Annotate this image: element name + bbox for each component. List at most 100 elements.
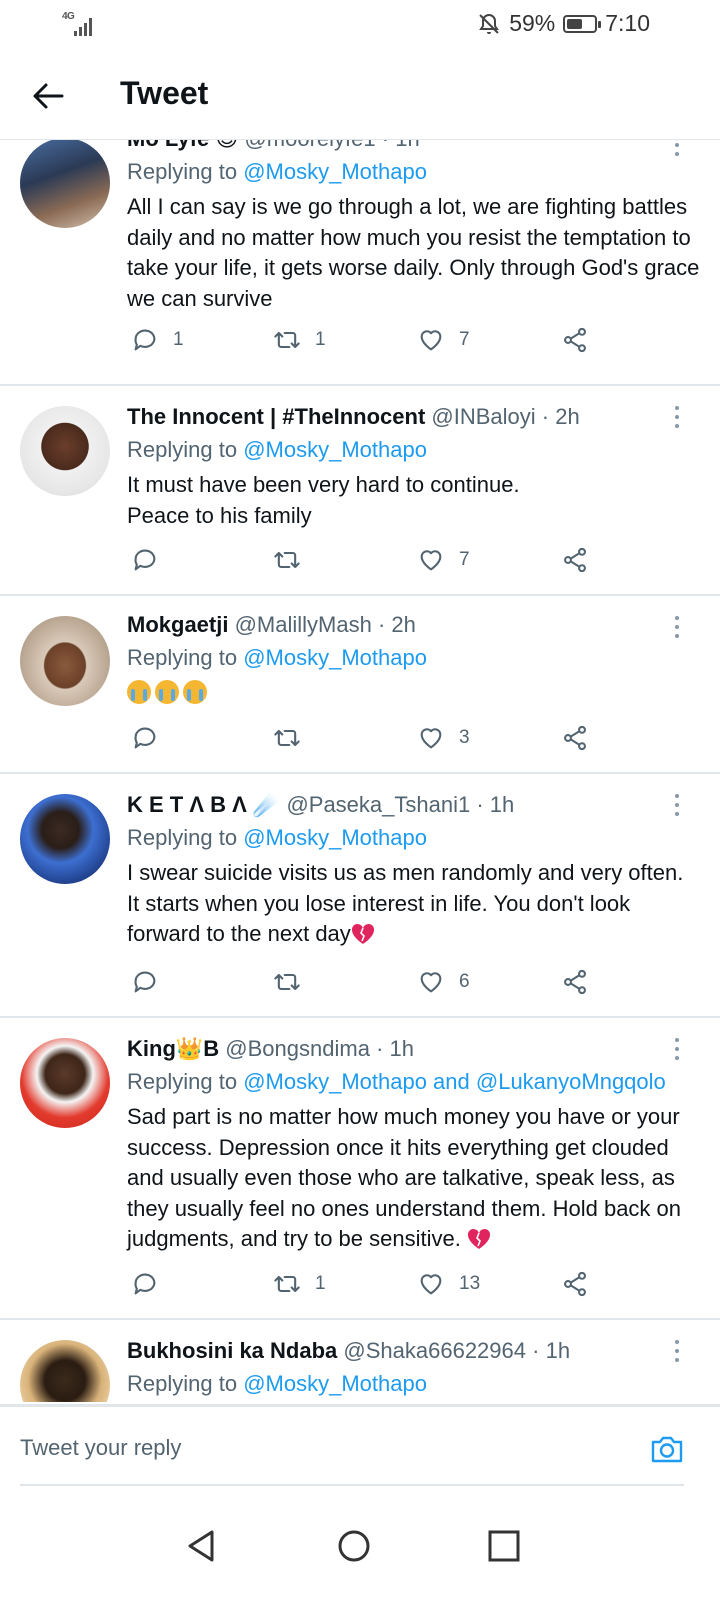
- replying-label: Replying to: [127, 159, 238, 184]
- tweet-time: · 2h: [377, 612, 416, 637]
- author-name[interactable]: King👑B: [127, 1036, 219, 1061]
- battery-percent: 59%: [509, 10, 556, 36]
- nav-back-icon[interactable]: [182, 1526, 222, 1566]
- reply-button[interactable]: [131, 546, 173, 574]
- reply-mention-link[interactable]: @Mosky_Mothapo: [243, 645, 427, 670]
- share-icon: [564, 547, 586, 573]
- author-handle[interactable]: @MalillyMash: [235, 612, 372, 637]
- comment-icon: [134, 1273, 156, 1295]
- back-arrow-icon[interactable]: [28, 76, 68, 116]
- retweet-icon: [274, 551, 300, 569]
- reply-mention-link[interactable]: @Mosky_Mothapo: [243, 825, 427, 850]
- status-bar: 4G 59% 7:10: [0, 0, 720, 48]
- divider: [20, 1484, 684, 1486]
- bell-off-icon: [479, 13, 500, 34]
- tweet-emoji: [127, 678, 700, 709]
- more-options-icon[interactable]: [674, 1340, 680, 1366]
- signal-icon: 4G: [60, 10, 100, 38]
- reply-tweet[interactable]: Mo Lyfe 😎 @moorelyfe1 · 1h Replying to @…: [0, 140, 720, 386]
- author-handle[interactable]: @moorelyfe1: [244, 140, 375, 151]
- like-button[interactable]: 6: [417, 968, 470, 996]
- replying-label: Replying to: [127, 1371, 238, 1396]
- crying-face-icon: [127, 680, 151, 704]
- reply-tweet[interactable]: K E T Λ B Λ ☄️ @Paseka_Tshani1 · 1h Repl…: [0, 774, 720, 1018]
- like-button[interactable]: 13: [417, 1270, 480, 1298]
- more-options-icon[interactable]: [674, 406, 680, 432]
- like-button[interactable]: 7: [417, 546, 470, 574]
- heart-icon: [420, 330, 442, 351]
- nav-home-icon[interactable]: [334, 1526, 374, 1566]
- avatar[interactable]: [20, 1038, 110, 1128]
- share-button[interactable]: [561, 968, 589, 996]
- author-name[interactable]: Mokgaetji: [127, 612, 228, 637]
- avatar[interactable]: [20, 140, 110, 228]
- clock: 7:10: [605, 10, 650, 36]
- comment-icon: [134, 727, 156, 749]
- like-count: 3: [459, 727, 470, 748]
- author-name[interactable]: Mo Lyfe 😎: [127, 140, 238, 151]
- retweet-count: 1: [315, 329, 326, 350]
- reply-tweet[interactable]: Bukhosini ka Ndaba @Shaka66622964 · 1h R…: [0, 1320, 720, 1402]
- retweet-button[interactable]: [273, 724, 315, 752]
- author-handle[interactable]: @Shaka66622964: [343, 1338, 526, 1363]
- author-name[interactable]: K E T Λ B Λ ☄️: [127, 792, 280, 817]
- author-handle[interactable]: @Paseka_Tshani1: [286, 792, 470, 817]
- comment-icon: [134, 329, 156, 351]
- retweet-button[interactable]: [273, 546, 315, 574]
- comment-icon: [134, 971, 156, 993]
- like-count: 7: [459, 549, 470, 570]
- retweet-button[interactable]: 1: [273, 326, 326, 354]
- share-button[interactable]: [561, 546, 589, 574]
- retweet-button[interactable]: 1: [273, 1270, 326, 1298]
- reply-mention-link[interactable]: @Mosky_Mothapo: [243, 1371, 427, 1396]
- avatar[interactable]: [20, 406, 110, 496]
- reply-tweet[interactable]: The Innocent | #TheInnocent @INBaloyi · …: [0, 386, 720, 596]
- reply-count: 1: [173, 329, 184, 350]
- tweet-text: All I can say is we go through a lot, we…: [127, 194, 700, 311]
- reply-mention-link[interactable]: @Mosky_Mothapo: [243, 437, 427, 462]
- camera-icon[interactable]: [650, 1433, 684, 1465]
- heart-icon: [420, 550, 442, 571]
- avatar[interactable]: [20, 794, 110, 884]
- reply-feed[interactable]: Mo Lyfe 😎 @moorelyfe1 · 1h Replying to @…: [0, 140, 720, 1402]
- share-button[interactable]: [561, 326, 589, 354]
- heart-icon: [420, 728, 442, 749]
- share-button[interactable]: [561, 1270, 589, 1298]
- reply-tweet[interactable]: King👑B @Bongsndima · 1h Replying to @Mos…: [0, 1018, 720, 1320]
- more-options-icon[interactable]: [674, 140, 680, 160]
- like-count: 6: [459, 971, 470, 992]
- reply-button[interactable]: 1: [131, 326, 184, 354]
- reply-input[interactable]: Tweet your reply: [20, 1435, 181, 1461]
- reply-button[interactable]: [131, 724, 173, 752]
- more-options-icon[interactable]: [674, 616, 680, 642]
- like-count: 7: [459, 329, 470, 350]
- reply-button[interactable]: [131, 1270, 173, 1298]
- avatar[interactable]: [20, 616, 110, 706]
- retweet-count: 1: [315, 1273, 326, 1294]
- reply-mention-link[interactable]: @Mosky_Mothapo: [243, 159, 427, 184]
- tweet-time: · 2h: [541, 404, 580, 429]
- more-options-icon[interactable]: [674, 1038, 680, 1064]
- like-count: 13: [459, 1273, 481, 1294]
- broken-heart-icon: [351, 923, 374, 944]
- reply-tweet[interactable]: Mokgaetji @MalillyMash · 2h Replying to …: [0, 596, 720, 774]
- like-button[interactable]: 3: [417, 724, 470, 752]
- reply-mention-link[interactable]: @Mosky_Mothapo and @LukanyoMngqolo: [243, 1069, 666, 1094]
- author-name[interactable]: Bukhosini ka Ndaba: [127, 1338, 337, 1363]
- tweet-time: · 1h: [376, 1036, 414, 1061]
- like-button[interactable]: 7: [417, 326, 470, 354]
- avatar[interactable]: [20, 1340, 110, 1402]
- heart-icon: [420, 972, 442, 993]
- share-button[interactable]: [561, 724, 589, 752]
- author-handle[interactable]: @INBaloyi: [431, 404, 535, 429]
- network-type: 4G: [62, 11, 75, 22]
- author-handle[interactable]: @Bongsndima: [225, 1036, 370, 1061]
- retweet-button[interactable]: [273, 968, 315, 996]
- reply-button[interactable]: [131, 968, 173, 996]
- tweet-time: · 1h: [382, 140, 420, 151]
- retweet-icon: [274, 729, 300, 747]
- more-options-icon[interactable]: [674, 794, 680, 820]
- tweet-text: Sad part is no matter how much money you…: [127, 1104, 682, 1251]
- nav-recents-icon[interactable]: [484, 1526, 524, 1566]
- author-name[interactable]: The Innocent | #TheInnocent: [127, 404, 425, 429]
